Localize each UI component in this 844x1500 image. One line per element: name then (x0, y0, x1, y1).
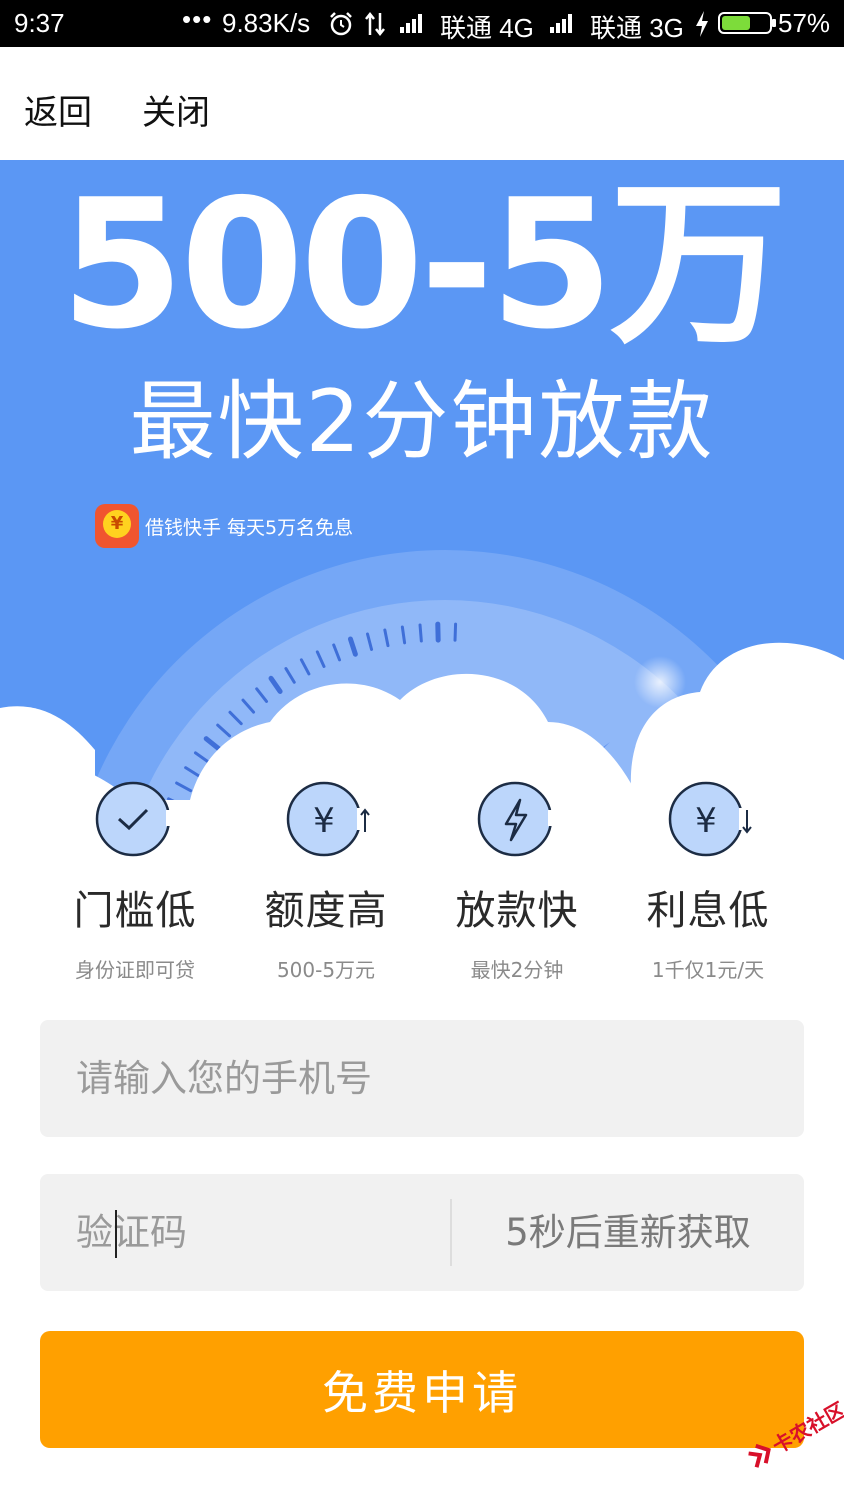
carrier-1: 联通 4G (440, 13, 534, 43)
loan-amount-headline: 500-5万 (60, 161, 787, 368)
loan-speed-slogan: 最快2分钟放款 (129, 372, 715, 472)
text-cursor (115, 1210, 117, 1258)
feature-low-threshold: 门槛低 身份证即可贷 (40, 780, 230, 983)
status-bar: 9:37 ••• 9.83K/s 联通 4G 联通 3G 57% (0, 0, 844, 47)
alarm-icon (330, 12, 352, 36)
back-button[interactable]: 返回 (24, 85, 92, 134)
verification-code-input[interactable] (40, 1174, 450, 1291)
feature-title: 额度高 (264, 888, 388, 934)
feature-subtitle: 500-5万元 (276, 958, 376, 982)
feature-high-limit: ¥ 额度高 500-5万元 (231, 780, 421, 983)
apply-button[interactable]: 免费申请 (40, 1331, 804, 1448)
svg-text:¥: ¥ (313, 801, 335, 841)
carrier-2: 联通 3G (590, 13, 684, 43)
battery-level: 57% (778, 8, 831, 38)
status-dots: ••• (182, 4, 213, 34)
status-time: 9:37 (14, 8, 65, 38)
phone-field (40, 1020, 804, 1137)
brand-logo-icon (95, 504, 139, 548)
brand-tag: 借钱快手 每天5万名免息 (95, 503, 353, 549)
lightning-icon (476, 780, 558, 862)
network-speed: 9.83K/s (222, 8, 311, 38)
svg-text:¥: ¥ (695, 801, 717, 841)
signal-icon (400, 14, 422, 33)
verification-field: 5秒后重新获取 (40, 1174, 804, 1291)
close-button[interactable]: 关闭 (142, 85, 210, 134)
yuan-down-icon: ¥ (667, 780, 753, 862)
phone-input[interactable] (40, 1020, 804, 1137)
signal-icon (550, 14, 572, 33)
hero-banner: 500-5万 最快2分钟放款 借钱快手 每天5万名免息 (0, 160, 844, 800)
feature-title: 利息低 (646, 888, 770, 934)
feature-subtitle: 1千仅1元/天 (651, 958, 765, 982)
battery-icon (718, 12, 776, 34)
gauge-tick (453, 622, 458, 642)
data-transfer-icon (365, 11, 385, 37)
feature-fast-loan: 放款快 最快2分钟 (422, 780, 612, 983)
gauge-tick (418, 623, 423, 643)
charging-icon (696, 11, 708, 37)
feature-low-interest: ¥ 利息低 1千仅1元/天 (613, 780, 803, 983)
yuan-up-icon: ¥ (285, 780, 371, 862)
feature-title: 门槛低 (73, 888, 197, 934)
resend-code-button[interactable]: 5秒后重新获取 (452, 1174, 804, 1291)
feature-subtitle: 最快2分钟 (470, 958, 564, 982)
feature-title: 放款快 (455, 888, 579, 934)
brand-promo-text: 借钱快手 每天5万名免息 (145, 516, 354, 539)
check-icon (94, 780, 176, 862)
feature-subtitle: 身份证即可贷 (75, 958, 195, 982)
nav-bar: 返回 关闭 (0, 47, 844, 160)
